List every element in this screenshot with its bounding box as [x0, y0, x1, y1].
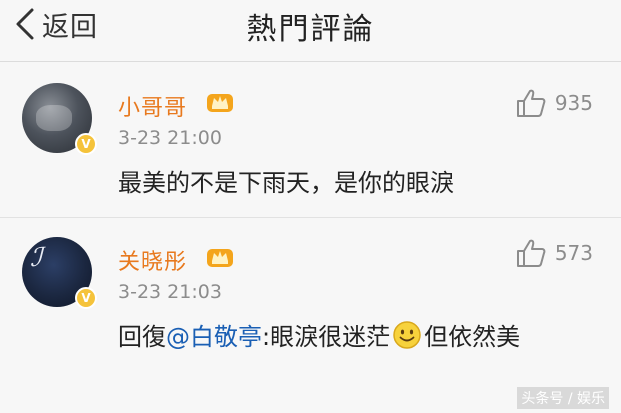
avatar-figure — [36, 105, 72, 131]
mention-link[interactable]: @白敬亭 — [166, 323, 262, 351]
thumbs-up-icon — [516, 239, 546, 267]
comment-item: V 小哥哥 3-23 21:00 935 最美的不是下雨天，是你的眼淚 — [0, 63, 621, 218]
nav-bar: 返回 熱門評論 — [0, 0, 621, 62]
crown-badge-icon — [207, 94, 233, 112]
reply-text-end: 但依然美 — [424, 323, 521, 351]
comment-item: ℐ V 关晓彤 3-23 21:03 573 回復@白敬亭:眼淚很迷茫 但依然美 — [0, 218, 621, 413]
comment-list: V 小哥哥 3-23 21:00 935 最美的不是下雨天，是你的眼淚 ℐ V … — [0, 63, 621, 413]
verified-v-icon: V — [75, 287, 97, 309]
like-button[interactable]: 935 — [515, 88, 593, 118]
avatar-logo: ℐ — [30, 243, 43, 273]
page-title: 熱門評論 — [246, 12, 375, 47]
username[interactable]: 关晓彤 — [118, 244, 187, 276]
like-count: 573 — [554, 241, 593, 265]
watermark: 头条号 / 娱乐 — [517, 387, 609, 409]
smiley-face-icon — [393, 321, 421, 349]
username[interactable]: 小哥哥 — [118, 90, 187, 122]
reply-prefix: 回復 — [118, 323, 166, 351]
comment-text: 回復@白敬亭:眼淚很迷茫 但依然美 — [118, 315, 588, 359]
like-button[interactable]: 573 — [515, 238, 593, 268]
thumbs-up-icon — [516, 89, 546, 117]
like-count: 935 — [554, 91, 593, 115]
reply-text: :眼淚很迷茫 — [262, 323, 391, 351]
timestamp: 3-23 21:00 — [118, 127, 222, 149]
verified-v-icon: V — [75, 133, 97, 155]
timestamp: 3-23 21:03 — [118, 281, 222, 303]
comment-text: 最美的不是下雨天，是你的眼淚 — [118, 169, 454, 197]
crown-badge-icon — [207, 249, 233, 267]
